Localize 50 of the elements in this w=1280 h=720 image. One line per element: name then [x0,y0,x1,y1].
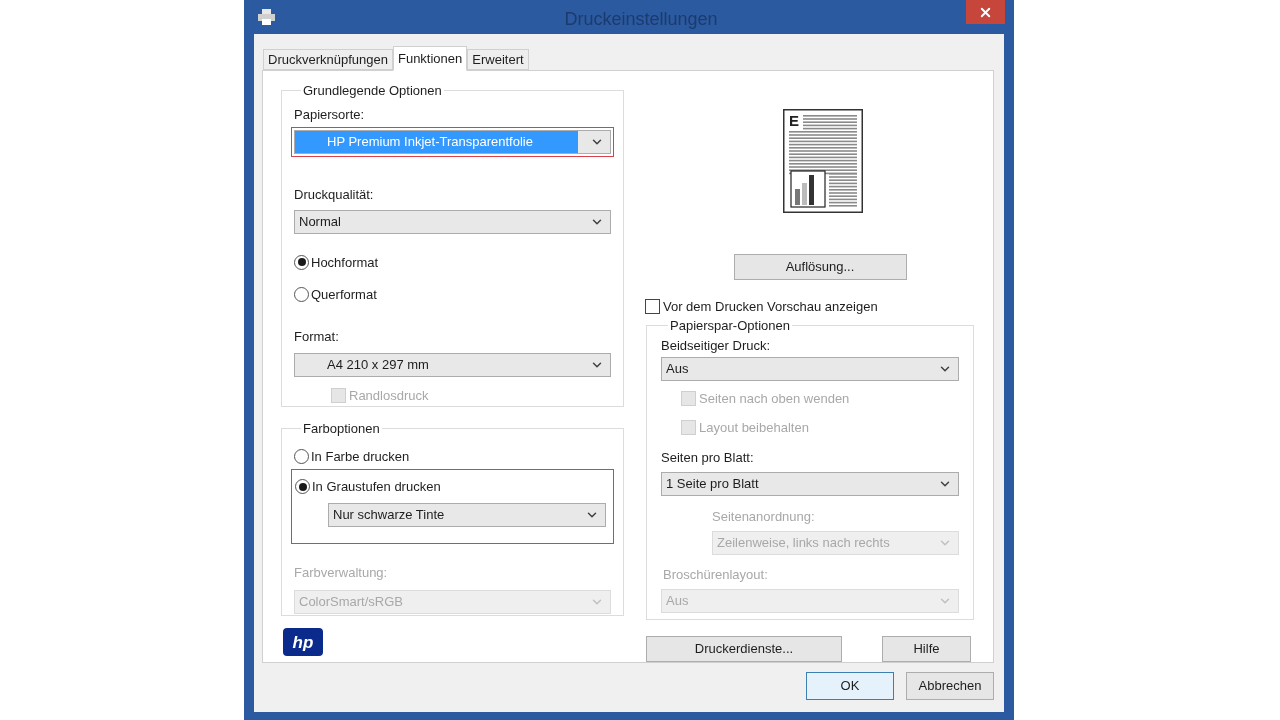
radio-button[interactable] [294,287,309,303]
checkbox-label: Layout beibehalten [699,418,809,437]
dropdown[interactable]: Nur schwarze Tinte [328,502,606,527]
group-title: Farboptionen [302,420,381,438]
tab[interactable]: Druckverknüpfungen [263,49,393,70]
radio-label: In Graustufen drucken [312,478,441,496]
field-label: Beidseitiger Druck: [661,338,772,354]
field-label: Druckqualität: [294,186,374,202]
field-label: Farbverwaltung: [294,564,388,580]
dropdown[interactable]: Normal [294,209,611,234]
dropdown-value: Normal [298,212,342,231]
dropdown-value: ColorSmart/sRGB [298,592,405,611]
dropdown-value: Zeilenweise, links nach rechts [716,534,891,553]
checkbox-label: Vor dem Drucken Vorschau anzeigen [663,298,878,316]
field-label: Seiten pro Blatt: [661,450,754,465]
close-button[interactable] [966,0,1005,24]
dialog-button[interactable]: Auflösung... [733,254,907,280]
field-label: Papiersorte: [294,106,366,123]
checkbox[interactable] [645,299,660,315]
dialog-button[interactable]: Druckerdienste... [646,636,842,662]
dialog-button[interactable]: OK [806,672,894,700]
radio-button[interactable] [295,479,310,495]
radio-button[interactable] [294,254,309,270]
radio-button[interactable] [294,448,309,464]
tab[interactable]: Erweitert [467,49,529,70]
radio-label: In Farbe drucken [311,447,410,466]
field-label: Seitenanordnung: [712,509,815,524]
checkbox-label: Seiten nach oben wenden [699,390,850,408]
field-label: Format: [294,328,339,344]
group-title: Grundlegende Optionen [302,82,443,100]
checkbox-label: Randlosdruck [349,386,429,405]
preview-letter: E [788,112,799,129]
field-label: Broschürenlayout: [663,567,768,582]
dropdown[interactable]: Aus [661,357,959,381]
printer-icon [257,9,276,25]
dropdown-value: Aus [665,592,690,611]
dropdown-value: Aus [665,360,690,379]
dropdown-value: HP Premium Inkjet-Transparentfolie [295,130,578,153]
hp-logo: hp [283,628,323,656]
dropdown-value: 1 Seite pro Blatt [665,475,760,494]
radio-label: Querformat [311,286,377,304]
dropdown[interactable]: 1 Seite pro Blatt [661,472,959,496]
dialog-button[interactable]: Abbrechen [906,672,994,700]
radio-label: Hochformat [311,253,379,272]
dropdown-value: Nur schwarze Tinte [332,505,446,524]
tab[interactable]: Funktionen [392,46,468,71]
dialog-button[interactable]: Hilfe [882,636,971,662]
dropdown[interactable]: A4 210 x 297 mm [294,352,611,377]
dropdown-value: A4 210 x 297 mm [326,355,430,374]
group-title: Papierspar-Optionen [669,316,791,335]
